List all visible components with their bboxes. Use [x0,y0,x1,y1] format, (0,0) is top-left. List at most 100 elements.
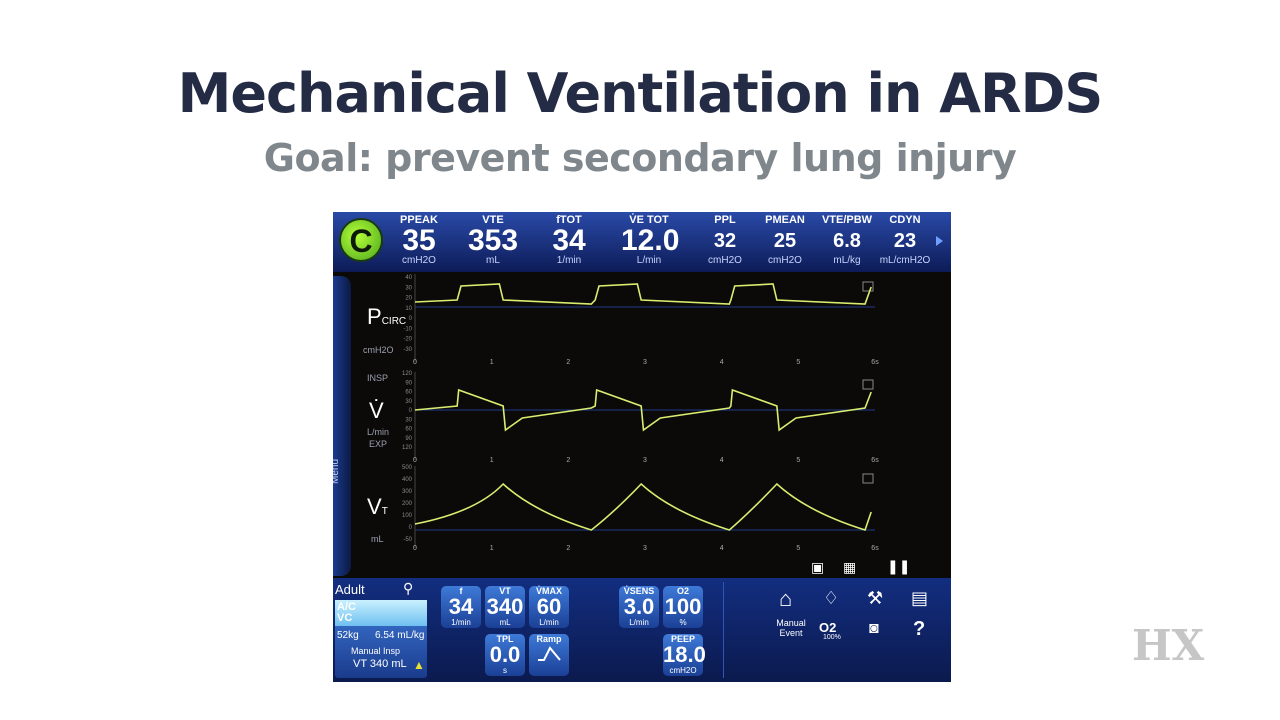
setting-2[interactable]: V̇MAX 60 L/min [529,586,569,628]
setting-3[interactable]: V̇SENS 3.0 L/min [619,586,659,628]
setting-unit: s [503,666,507,675]
y-tick: 60 [405,390,412,396]
y-tick: -30 [403,347,412,353]
wrench-icon[interactable]: ⚒ [867,588,883,609]
setting-value: 34 [448,594,474,619]
manual-insp-label: Manual Insp [351,646,401,656]
warning-icon: ▲ [413,658,425,672]
setting-value: 0.0 [489,642,521,667]
x-tick: 1 [490,457,494,464]
x-tick: 0 [413,457,417,464]
setting-unit: L/min [629,618,649,627]
grid-icon[interactable]: ▦ [843,559,856,576]
x-tick: 0 [413,545,417,552]
x-tick: 4 [720,545,724,552]
x-tick: 2 [566,359,570,366]
y-tick: 120 [402,371,413,377]
y-tick: -50 [403,537,412,543]
setting-unit: % [679,618,687,627]
svg-text:HX: HX [1132,622,1205,666]
y-tick: 500 [402,465,413,471]
expand-icon [862,473,874,484]
y-tick: 0 [409,408,413,414]
setting-6[interactable]: Ramp [529,634,569,676]
y-tick: 10 [405,306,412,312]
x-tick: 5 [796,545,800,552]
x-tick: 3 [643,545,647,552]
waveform-area: 0 1 2 3 4 5 6s0 1 2 3 4 5 6s0 1 2 3 4 5 6s403020100-10-20-… [402,274,879,552]
x-tick: 1 [490,359,494,366]
o2-button[interactable]: O2 [819,620,836,635]
y-tick: 60 [405,427,412,433]
x-tick: 6s [871,359,879,366]
slide-title: Mechanical Ventilation in ARDS [177,62,1104,125]
y-tick: 30 [405,285,412,291]
y-tick: 90 [405,380,412,386]
y-tick: 20 [405,296,412,302]
setting-value: 60 [536,594,562,619]
patient-type[interactable]: Adult [335,582,365,597]
camera-icon[interactable]: ◙ [869,620,879,638]
ventilator-screen: C PPEAK 35 cmH2O VTE 353 mL fTOT 34 1/min V̇E TOT… [333,212,951,682]
mode-indicator: A/C VC [335,600,427,626]
settings-bar: Adult ⚲ A/C VC 52kg 6.54 mL/kg Manual In… [333,578,951,682]
setting-unit: L/min [539,618,559,627]
setting-value: 3.0 [623,594,655,619]
y-tick: 0 [409,525,413,531]
x-tick: 1 [490,545,494,552]
y-tick: 30 [405,399,412,405]
y-tick: 120 [402,445,413,451]
x-tick: 0 [413,359,417,366]
clipboard-icon[interactable]: ▤ [911,588,928,609]
setting-value: 340 [486,594,524,619]
alarm-bell-icon[interactable]: ♢ [823,588,839,609]
y-tick: 40 [405,275,412,281]
y-tick: 0 [409,316,413,322]
expand-icon [862,281,874,292]
setting-value: 18.0 [663,642,706,667]
x-tick: 5 [796,457,800,464]
setting-unit: mL [499,618,511,627]
y-tick: 400 [402,477,413,483]
setting-7[interactable]: PEEP 18.0 cmH2O [663,634,706,676]
x-tick: 3 [643,457,647,464]
setting-unit: 1/min [451,618,471,627]
x-tick: 2 [566,457,570,464]
pressure-wave [414,283,872,305]
patient-icon: ⚲ [403,580,414,596]
patient-weight: 52kg [337,630,359,641]
ramp-icon [538,646,561,661]
home-icon[interactable]: ⌂ [779,586,792,612]
mode-panel[interactable]: A/C VC 52kg 6.54 mL/kg Manual Insp VT 34… [335,600,427,678]
setting-0[interactable]: f 34 1/min [441,586,481,628]
x-tick: 4 [720,457,724,464]
manual-event-button[interactable]: Manual Event [765,618,817,638]
setting-1[interactable]: VT 340 mL [485,586,525,628]
slide-subtitle: Goal: prevent secondary lung injury [263,136,1017,180]
y-tick: -10 [403,326,412,332]
volume-wave [414,482,872,531]
freeze-icon[interactable]: ▣ [811,559,824,576]
x-tick: 5 [796,359,800,366]
setting-value: 100 [664,594,702,619]
y-tick: 90 [405,436,412,442]
hx-logo: HX [1132,622,1205,666]
setting-unit: cmH2O [669,666,697,675]
x-tick: 6s [871,457,879,464]
setting-label: Ramp [536,634,562,644]
setting-4[interactable]: O2 100% [663,586,703,628]
y-tick: -20 [403,337,412,343]
pause-icon[interactable]: ❚❚ [887,558,910,575]
o2-sub: 100% [823,634,841,641]
y-tick: 200 [402,501,413,507]
y-tick: 100 [402,513,413,519]
setting-5[interactable]: TPL 0.0 s [485,634,525,676]
expand-icon [862,379,874,390]
x-tick: 2 [566,545,570,552]
x-tick: 4 [720,359,724,366]
x-tick: 3 [643,359,647,366]
help-button[interactable]: ? [913,618,925,641]
y-tick: 300 [402,489,413,495]
manual-vt: VT 340 mL [353,658,407,670]
y-tick: 30 [405,417,412,423]
